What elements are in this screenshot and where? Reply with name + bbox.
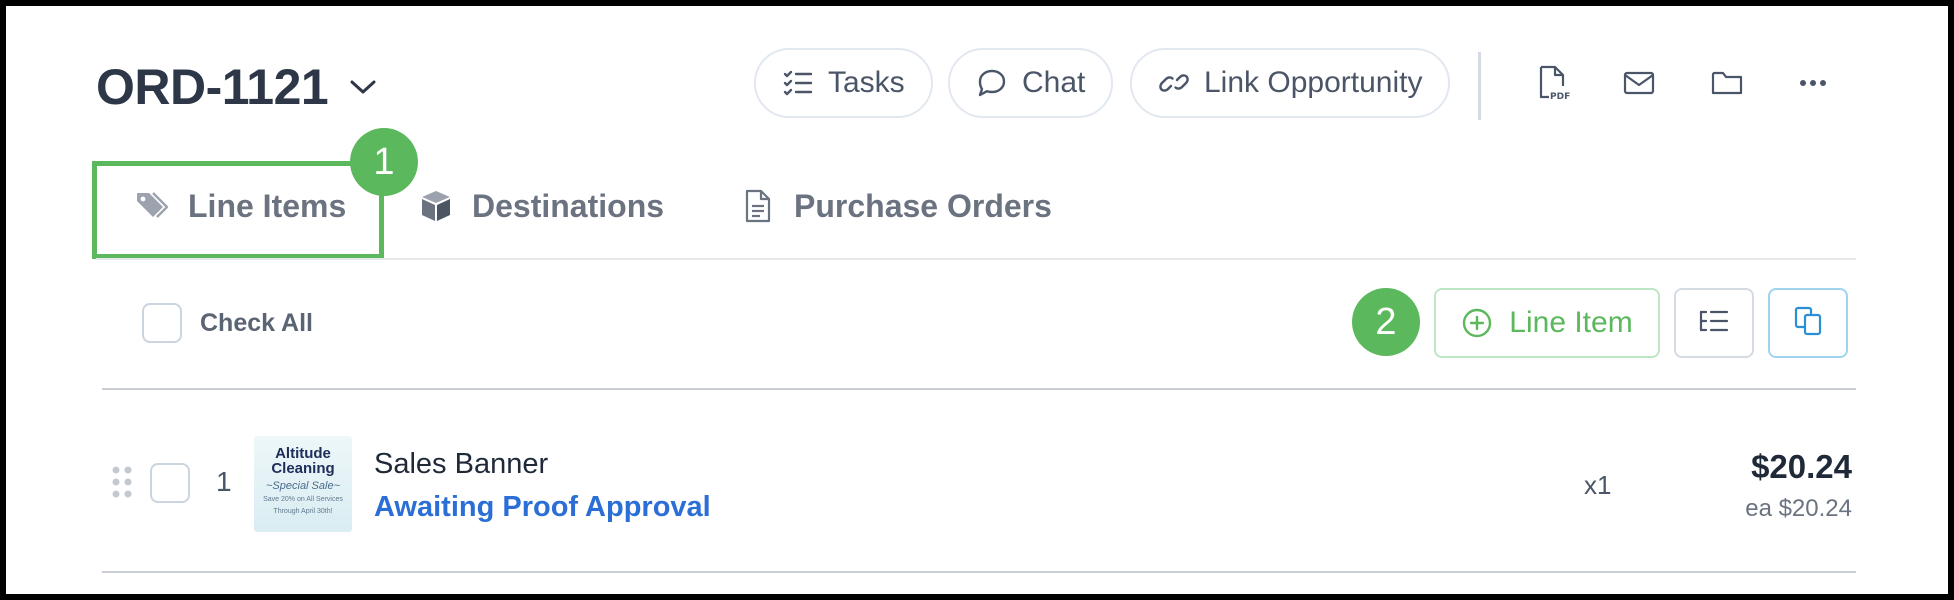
tasks-label: Tasks [828,66,905,99]
thumbnail-line5: Through April 30th! [273,508,333,515]
chat-label: Chat [1022,66,1086,99]
chat-icon [976,67,1008,99]
callout-badge-1: 1 [350,128,418,196]
check-all-label: Check All [200,308,314,337]
tab-destinations[interactable]: Destinations [418,176,664,236]
more-icon[interactable] [1788,58,1838,108]
copy-button[interactable] [1768,288,1848,358]
link-icon [1158,67,1190,99]
product-name[interactable]: Sales Banner [374,448,548,481]
tabs-divider [96,258,1856,260]
svg-text:PDF: PDF [1550,92,1570,102]
header-actions: Tasks Chat Link Opportunity PDF [6,48,1948,120]
link-opportunity-button[interactable]: Link Opportunity [1130,48,1451,118]
thumbnail-line4: Save 20% on All Services [263,496,343,503]
row-checkbox[interactable] [150,463,190,503]
callout-badge-2: 2 [1352,288,1420,356]
header-divider [1478,52,1481,120]
tree-list-icon [1698,307,1730,340]
box-icon [418,188,454,224]
tab-highlight-box [92,161,384,259]
drag-handle-icon[interactable] [110,464,134,500]
tab-purchase-orders-label: Purchase Orders [794,187,1052,224]
add-line-item-button[interactable]: Line Item [1434,288,1660,358]
document-icon [740,188,776,224]
email-icon[interactable] [1614,58,1664,108]
check-all-checkbox[interactable] [142,303,182,343]
thumbnail-line1: Altitude [275,445,331,462]
quantity: x1 [1584,470,1612,500]
plus-circle-icon [1461,307,1493,339]
link-opportunity-label: Link Opportunity [1204,66,1423,99]
unit-price: ea $20.24 [1745,495,1852,522]
tab-purchase-orders[interactable]: Purchase Orders [740,176,1052,236]
table-row: 1 Altitude Cleaning ~Special Sale~ Save … [6,390,1948,570]
add-line-item-label: Line Item [1509,306,1633,339]
thumbnail-line2: Cleaning [271,460,335,477]
pdf-icon[interactable]: PDF [1528,58,1578,108]
row-number: 1 [216,466,232,497]
check-all[interactable]: Check All [142,303,313,343]
product-thumbnail[interactable]: Altitude Cleaning ~Special Sale~ Save 20… [254,436,352,532]
tab-destinations-label: Destinations [472,187,665,224]
tree-list-button[interactable] [1674,288,1754,358]
tasks-button[interactable]: Tasks [754,48,933,118]
total-price: $20.24 [1751,448,1852,485]
tasks-icon [782,67,814,99]
thumbnail-line3: ~Special Sale~ [266,480,340,492]
chat-button[interactable]: Chat [948,48,1114,118]
row-divider [102,571,1856,573]
folder-icon[interactable] [1702,58,1752,108]
product-status-link[interactable]: Awaiting Proof Approval [374,491,711,524]
app-frame: ORD-1121 Tasks Chat Link Opportunity PDF… [6,6,1948,594]
copy-icon [1792,305,1824,342]
